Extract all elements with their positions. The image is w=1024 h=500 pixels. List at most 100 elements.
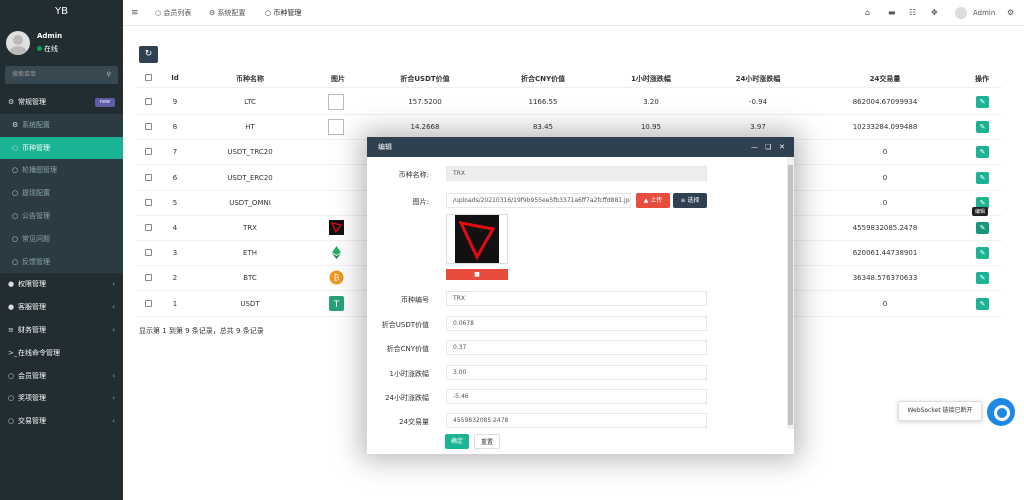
header-1h[interactable]: 1小时涨跌幅 bbox=[611, 74, 691, 84]
sidebar-item-withdraw-config[interactable]: ○ 提现配置 bbox=[0, 182, 123, 205]
sidebar-item-notice[interactable]: ○ 公告管理 bbox=[0, 204, 123, 228]
cny-field[interactable]: 0.37 bbox=[446, 340, 707, 355]
translate-icon[interactable]: ☷ bbox=[909, 0, 916, 26]
choose-button[interactable]: ≡ 选择 bbox=[673, 193, 707, 208]
pagination-info: 显示第 1 到第 9 条记录，总共 9 条记录 bbox=[139, 327, 264, 335]
cell-id: 6 bbox=[172, 173, 178, 182]
sidebar-item-awards[interactable]: ○ 奖项管理 ‹ bbox=[0, 387, 123, 410]
modal-body: 币种名称: TRX 图片: /uploads/20210316/19f9b955… bbox=[367, 157, 787, 429]
row-checkbox[interactable] bbox=[145, 173, 152, 181]
tab-coin-management[interactable]: ○ 币种管理 bbox=[265, 0, 301, 26]
edit-button[interactable]: ✎ bbox=[976, 171, 989, 184]
volume-field[interactable]: 4559832085.2478 bbox=[446, 413, 707, 428]
reset-button[interactable]: 重置 bbox=[474, 434, 501, 449]
edit-tooltip: 编辑 bbox=[972, 207, 989, 216]
row-checkbox[interactable] bbox=[145, 148, 152, 156]
row-checkbox[interactable] bbox=[145, 299, 152, 307]
h24-field[interactable]: -5.46 bbox=[446, 389, 707, 404]
modal-scrollbar[interactable] bbox=[787, 157, 794, 429]
edit-button[interactable]: ✎ bbox=[976, 247, 989, 260]
header-usdt[interactable]: 折合USDT价值 bbox=[385, 74, 465, 84]
sidebar-item-permissions[interactable]: ● 权限管理 ‹ bbox=[0, 273, 123, 296]
close-icon[interactable]: ✕ bbox=[779, 137, 785, 157]
row-checkbox[interactable] bbox=[145, 98, 152, 105]
header-volume[interactable]: 24交易量 bbox=[845, 74, 925, 84]
image-path-field[interactable]: /uploads/20210316/19f9b955ee5fb3371a6ff7… bbox=[446, 193, 631, 208]
sidebar-item-faq[interactable]: ○ 常见问题 bbox=[0, 227, 123, 251]
header-id[interactable]: Id bbox=[165, 74, 185, 82]
delete-image-button[interactable]: ■ bbox=[446, 269, 508, 280]
cell-id: 3 bbox=[172, 249, 178, 258]
refresh-button[interactable]: ↻ bbox=[139, 46, 158, 63]
avatar bbox=[6, 31, 30, 55]
sidebar-item-label: 客服管理 bbox=[18, 303, 46, 312]
svg-text:₿: ₿ bbox=[334, 274, 340, 283]
sidebar-item-online-command[interactable]: >_在线命令管理 bbox=[0, 342, 123, 365]
chat-widget-button[interactable] bbox=[987, 398, 1015, 426]
sidebar-item-label: 奖项管理 bbox=[18, 394, 46, 403]
upload-button[interactable]: ▲ 上传 bbox=[636, 193, 670, 208]
edit-button[interactable]: ✎ bbox=[976, 297, 989, 310]
edit-button[interactable]: ✎ bbox=[976, 146, 989, 159]
sidebar-item-customer-service[interactable]: ● 客服管理 ‹ bbox=[0, 296, 123, 319]
edit-button[interactable]: ✎ bbox=[976, 222, 989, 234]
gear-icon: ⚙ bbox=[12, 120, 19, 129]
cell-cny: 1166.55 bbox=[528, 98, 558, 106]
cell-name: ETH bbox=[243, 249, 257, 258]
row-checkbox[interactable] bbox=[145, 249, 152, 257]
minimize-icon[interactable]: — bbox=[751, 137, 758, 157]
header-image[interactable]: 图片 bbox=[320, 74, 356, 84]
row-checkbox[interactable] bbox=[145, 123, 152, 131]
sidebar-item-members[interactable]: ○ 会员管理 ‹ bbox=[0, 365, 123, 388]
sidebar-item-carousel[interactable]: ○ 轮播图管理 bbox=[0, 159, 123, 183]
edit-button[interactable]: ✎ bbox=[976, 96, 989, 108]
home-icon[interactable]: ⌂ bbox=[865, 0, 870, 26]
search-icon[interactable]: ⚲ bbox=[107, 66, 111, 84]
settings-icon[interactable]: ⚙ bbox=[1007, 0, 1014, 26]
header-cny[interactable]: 折合CNY价值 bbox=[503, 74, 583, 84]
header-name[interactable]: 币种名称 bbox=[210, 74, 290, 84]
modal-footer: 确定 重置 bbox=[367, 429, 794, 454]
row-checkbox[interactable] bbox=[145, 224, 152, 231]
tab-system-config[interactable]: ⚙ 系统配置 bbox=[209, 0, 246, 26]
sidebar-item-system-config[interactable]: ⚙ 系统配置 bbox=[0, 113, 123, 137]
row-checkbox[interactable] bbox=[145, 198, 152, 206]
top-avatar[interactable] bbox=[955, 7, 967, 19]
usdt-field[interactable]: 0.0678 bbox=[446, 316, 707, 331]
code-field[interactable]: TRX bbox=[446, 291, 707, 306]
edit-button[interactable]: ✎ bbox=[976, 272, 989, 285]
cell-h24: -0.94 bbox=[748, 98, 768, 106]
cell-id: 7 bbox=[172, 148, 178, 157]
broken-image-icon bbox=[328, 119, 344, 136]
h1-field[interactable]: 3.00 bbox=[446, 365, 707, 380]
sidebar-item-finance[interactable]: ≡ 财务管理 ‹ bbox=[0, 319, 123, 342]
user-name: Admin bbox=[37, 32, 63, 40]
chevron-left-icon: ‹ bbox=[112, 394, 115, 403]
list-icon: ≡ bbox=[680, 197, 686, 204]
circle-icon: ○ bbox=[12, 166, 19, 175]
menu-search-input[interactable]: 搜索菜单 ⚲ bbox=[5, 66, 118, 84]
fullscreen-icon[interactable]: ✥ bbox=[931, 0, 938, 26]
confirm-button[interactable]: 确定 bbox=[445, 434, 470, 449]
scrollbar-thumb[interactable] bbox=[788, 165, 793, 425]
cell-name: LTC bbox=[244, 98, 256, 106]
comment-icon: ● bbox=[8, 303, 15, 312]
sidebar-item-trades[interactable]: ○ 交易管理 ‹ bbox=[0, 410, 123, 433]
maximize-icon[interactable]: ❏ bbox=[765, 137, 771, 157]
trash-icon[interactable]: ▬ bbox=[888, 0, 896, 26]
edit-button[interactable]: ✎ bbox=[976, 121, 989, 134]
header-24h[interactable]: 24小时涨跌幅 bbox=[718, 74, 798, 84]
select-all-checkbox[interactable] bbox=[145, 74, 152, 81]
circle-icon: ○ bbox=[12, 143, 19, 152]
tab-member-list[interactable]: ○ 会员列表 bbox=[155, 0, 191, 26]
cell-cny: 83.45 bbox=[532, 123, 554, 132]
cell-vol: 862004.67099934 bbox=[852, 98, 918, 106]
sidebar-item-general[interactable]: ⚙ 常规管理 new bbox=[0, 91, 123, 114]
top-user-name[interactable]: Admin bbox=[973, 0, 995, 26]
cell-vol: 4559832085.2478 bbox=[852, 224, 918, 232]
sidebar-item-feedback[interactable]: ○ 反馈管理 bbox=[0, 250, 123, 274]
menu-toggle-icon[interactable]: ≡ bbox=[131, 0, 139, 26]
row-checkbox[interactable] bbox=[145, 274, 152, 282]
name-field[interactable]: TRX bbox=[446, 166, 707, 181]
sidebar-item-coin-management[interactable]: ○ 币种管理 bbox=[0, 136, 123, 160]
